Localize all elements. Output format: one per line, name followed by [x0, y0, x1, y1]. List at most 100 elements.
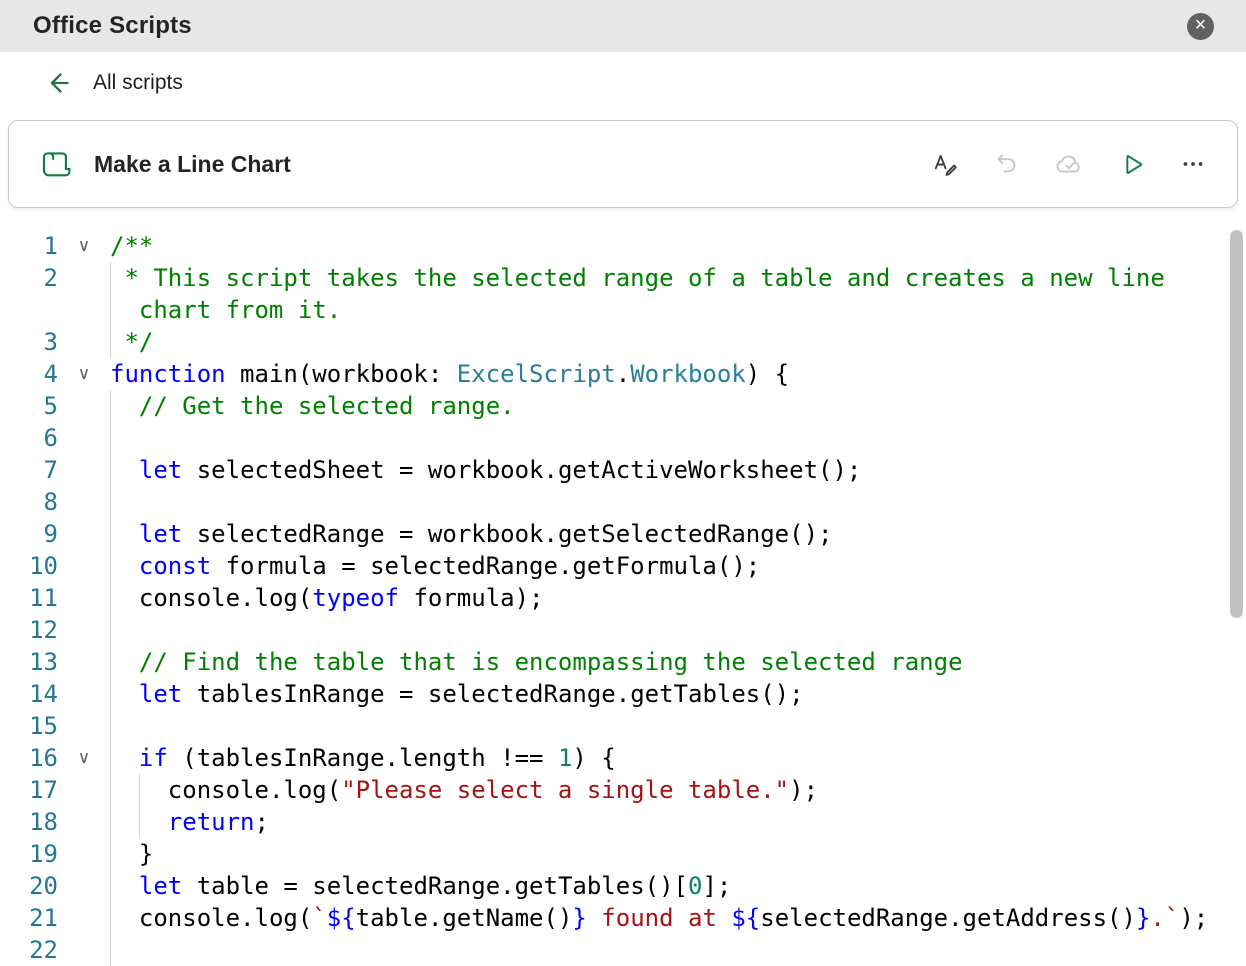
- code-text[interactable]: console.log(typeof formula);: [110, 582, 1246, 614]
- close-button[interactable]: ×: [1187, 12, 1214, 40]
- run-button[interactable]: [1113, 146, 1149, 182]
- panel-header: Office Scripts ×: [0, 0, 1246, 52]
- code-line[interactable]: 8: [0, 486, 1246, 518]
- fold-gutter: [58, 486, 110, 518]
- panel-title: Office Scripts: [33, 12, 192, 39]
- code-line[interactable]: 13 // Find the table that is encompassin…: [0, 646, 1246, 678]
- fold-gutter: [58, 838, 110, 870]
- fold-gutter: [58, 870, 110, 902]
- code-line[interactable]: 14 let tablesInRange = selectedRange.get…: [0, 678, 1246, 710]
- fold-chevron-icon[interactable]: ∨: [58, 358, 110, 390]
- code-text[interactable]: if (tablesInRange.length !== 1) {: [110, 742, 1246, 774]
- code-text[interactable]: [110, 934, 1246, 966]
- code-line[interactable]: 15: [0, 710, 1246, 742]
- line-number: 1: [43, 232, 58, 260]
- code-text[interactable]: [110, 486, 1246, 518]
- code-line[interactable]: 4 ∨ function main(workbook: ExcelScript.Wo…: [0, 358, 1246, 390]
- fold-gutter: [58, 326, 110, 358]
- back-navigation[interactable]: All scripts: [0, 52, 183, 106]
- cloud-saved-icon: [1056, 155, 1080, 173]
- fold-gutter: [58, 582, 110, 614]
- rename-icon: [934, 154, 957, 176]
- code-text[interactable]: /**: [110, 230, 1246, 262]
- more-icon: [1183, 162, 1203, 166]
- code-text[interactable]: console.log(`${table.getName()} found at…: [110, 902, 1246, 934]
- code-line[interactable]: 9 let selectedRange = workbook.getSelect…: [0, 518, 1246, 550]
- script-card: Make a Line Chart: [8, 120, 1238, 208]
- line-number: 14: [29, 680, 58, 708]
- cloud-saved-button[interactable]: [1051, 146, 1087, 182]
- code-text[interactable]: console.log("Please select a single tabl…: [110, 774, 1246, 806]
- fold-gutter: [58, 902, 110, 934]
- fold-gutter: [58, 806, 110, 838]
- code-text[interactable]: const formula = selectedRange.getFormula…: [110, 550, 1246, 582]
- editor-scrollbar[interactable]: [1230, 230, 1243, 618]
- code-editor[interactable]: 1 ∨/** 2 * This script takes the selected …: [0, 230, 1246, 966]
- line-number: 11: [29, 584, 58, 612]
- code-text[interactable]: }: [110, 838, 1246, 870]
- line-number: 18: [29, 808, 58, 836]
- fold-gutter: [58, 390, 110, 422]
- fold-gutter: [58, 678, 110, 710]
- fold-gutter: [58, 614, 110, 646]
- indent-guide: [110, 262, 111, 358]
- code-line[interactable]: 21 console.log(`${table.getName()} found…: [0, 902, 1246, 934]
- undo-button[interactable]: [989, 146, 1025, 182]
- code-text[interactable]: [110, 422, 1246, 454]
- line-number: 2: [43, 264, 58, 292]
- code-text[interactable]: return;: [110, 806, 1246, 838]
- line-number: 20: [29, 872, 58, 900]
- line-number: 19: [29, 840, 58, 868]
- code-text[interactable]: // Find the table that is encompassing t…: [110, 646, 1246, 678]
- fold-gutter: [58, 422, 110, 454]
- code-text[interactable]: let table = selectedRange.getTables()[0]…: [110, 870, 1246, 902]
- fold-chevron-icon[interactable]: ∨: [58, 742, 110, 774]
- code-line[interactable]: 22: [0, 934, 1246, 966]
- code-line[interactable]: 10 const formula = selectedRange.getForm…: [0, 550, 1246, 582]
- run-icon: [1125, 154, 1142, 174]
- line-number: 4: [43, 360, 58, 388]
- code-line[interactable]: 5 // Get the selected range.: [0, 390, 1246, 422]
- close-icon: ×: [1194, 14, 1207, 36]
- code-line[interactable]: 20 let table = selectedRange.getTables()…: [0, 870, 1246, 902]
- code-line[interactable]: 17 console.log("Please select a single t…: [0, 774, 1246, 806]
- code-text[interactable]: let tablesInRange = selectedRange.getTab…: [110, 678, 1246, 710]
- line-number: 21: [29, 904, 58, 932]
- code-text[interactable]: [110, 710, 1246, 742]
- line-number: 16: [29, 744, 58, 772]
- code-line[interactable]: 16 ∨ if (tablesInRange.length !== 1) {: [0, 742, 1246, 774]
- line-number: 17: [29, 776, 58, 804]
- code-line[interactable]: 6: [0, 422, 1246, 454]
- fold-gutter: [58, 518, 110, 550]
- code-line[interactable]: 11 console.log(typeof formula);: [0, 582, 1246, 614]
- fold-gutter: [58, 774, 110, 806]
- code-line[interactable]: 18 return;: [0, 806, 1246, 838]
- code-text[interactable]: let selectedSheet = workbook.getActiveWo…: [110, 454, 1246, 486]
- indent-guide: [110, 390, 111, 966]
- script-icon: [39, 147, 73, 181]
- code-text[interactable]: */: [110, 326, 1246, 358]
- code-line[interactable]: 1 ∨/**: [0, 230, 1246, 262]
- code-line[interactable]: 7 let selectedSheet = workbook.getActive…: [0, 454, 1246, 486]
- line-number: 9: [43, 520, 58, 548]
- code-text[interactable]: let selectedRange = workbook.getSelected…: [110, 518, 1246, 550]
- script-toolbar: [927, 146, 1211, 182]
- line-number: 10: [29, 552, 58, 580]
- code-text[interactable]: * This script takes the selected range o…: [110, 262, 1246, 326]
- line-number: 7: [43, 456, 58, 484]
- more-options-button[interactable]: [1175, 146, 1211, 182]
- code-text[interactable]: function main(workbook: ExcelScript.Work…: [110, 358, 1246, 390]
- line-number: 12: [29, 616, 58, 644]
- code-line[interactable]: 2 * This script takes the selected range…: [0, 262, 1246, 326]
- fold-gutter: [58, 550, 110, 582]
- fold-chevron-icon[interactable]: ∨: [58, 230, 110, 262]
- line-number: 22: [29, 936, 58, 964]
- code-line[interactable]: 3 */: [0, 326, 1246, 358]
- fold-gutter: [58, 262, 110, 326]
- fold-gutter: [58, 454, 110, 486]
- code-line[interactable]: 12: [0, 614, 1246, 646]
- code-text[interactable]: [110, 614, 1246, 646]
- code-text[interactable]: // Get the selected range.: [110, 390, 1246, 422]
- code-line[interactable]: 19 }: [0, 838, 1246, 870]
- rename-button[interactable]: [927, 146, 963, 182]
